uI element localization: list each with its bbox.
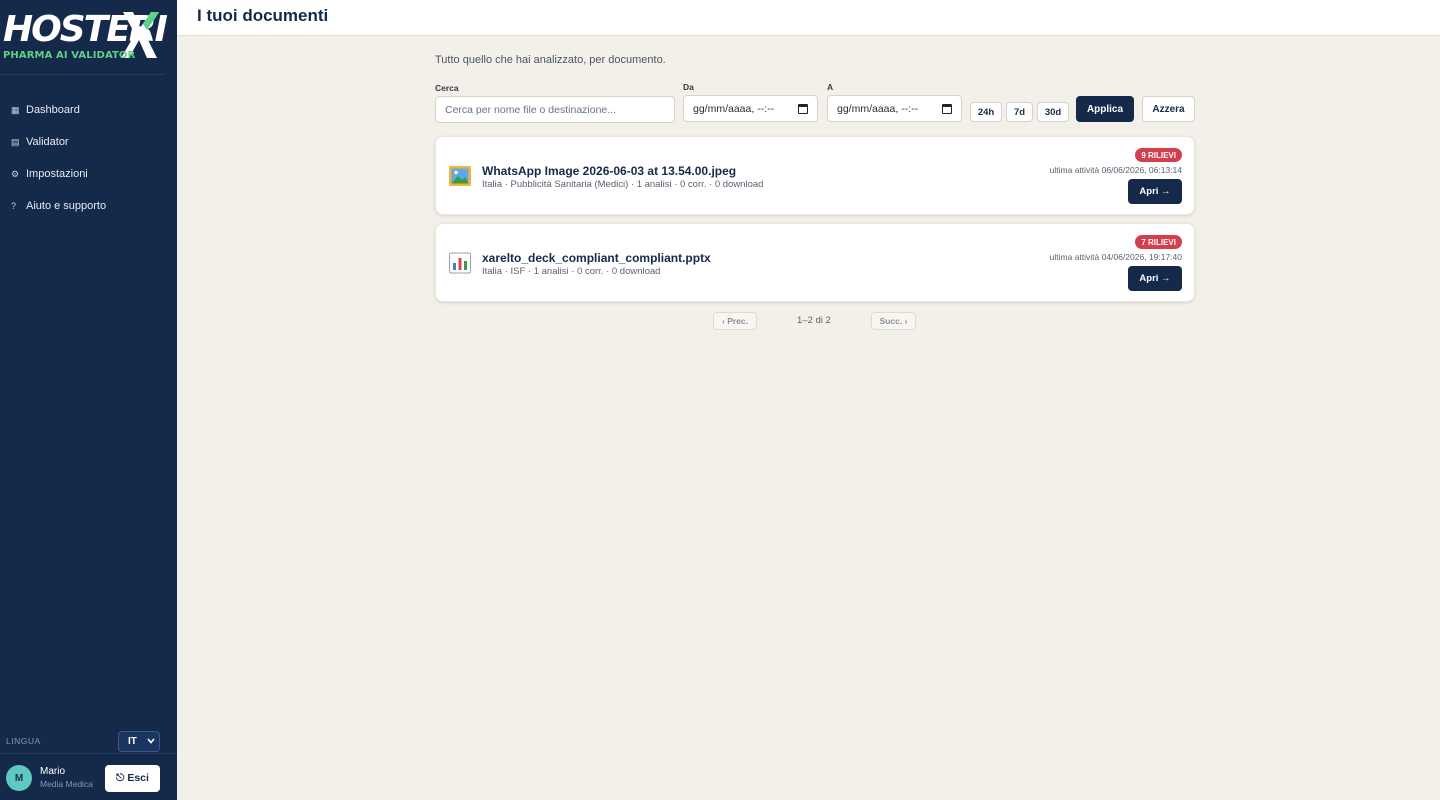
sidebar-item-dashboard[interactable]: ▦ Dashboard — [0, 94, 177, 126]
sidebar-item-label: Dashboard — [26, 104, 80, 116]
document-meta: Italia · ISF · 1 analisi · 0 corr. · 0 d… — [482, 266, 661, 277]
validator-icon: ▤ — [11, 136, 20, 147]
calendar-icon[interactable] — [798, 103, 808, 114]
range-7d-button[interactable]: 7d — [1006, 102, 1033, 122]
to-label: A — [827, 82, 834, 92]
pagination: ‹ Prec. 1–2 di 2 Succ. › — [435, 312, 1195, 330]
help-icon: ? — [11, 201, 17, 211]
sidebar-item-aiuto[interactable]: ? Aiuto e supporto — [0, 190, 177, 222]
sidebar-item-impostazioni[interactable]: ⚙ Impostazioni — [0, 158, 177, 190]
to-date-value: gg/mm/aaaa, --:-- — [837, 102, 919, 115]
range-30d-button[interactable]: 30d — [1037, 102, 1069, 122]
from-date-input[interactable]: gg/mm/aaaa, --:-- — [683, 95, 818, 122]
search-placeholder: Cerca per nome file o destinazione... — [445, 103, 617, 116]
document-meta: Italia · Pubblicità Sanitaria (Medici) ·… — [482, 179, 764, 190]
from-label: Da — [683, 82, 694, 92]
page-title: I tuoi documenti — [197, 6, 329, 25]
language-label: LINGUA — [6, 736, 41, 746]
page-subtitle: Tutto quello che hai analizzato, per doc… — [435, 54, 666, 66]
logout-label: Esci — [127, 772, 149, 784]
page-info: 1–2 di 2 — [797, 315, 831, 326]
from-date-value: gg/mm/aaaa, --:-- — [693, 102, 775, 115]
findings-badge: 9 RILIEVI — [1135, 148, 1182, 162]
top-bar: I tuoi documenti — [177, 0, 1440, 36]
dashboard-icon: ▦ — [11, 104, 20, 115]
image-file-icon — [449, 166, 471, 186]
search-label: Cerca — [435, 83, 459, 93]
last-activity: ultima attività 04/06/2026, 19:17:40 — [1049, 252, 1182, 262]
reset-button[interactable]: Azzera — [1142, 96, 1195, 122]
avatar: M — [6, 765, 32, 791]
open-button[interactable]: Apri → — [1128, 266, 1182, 291]
sidebar-item-label: Aiuto e supporto — [26, 200, 107, 212]
document-name[interactable]: xarelto_deck_compliant_compliant.pptx — [482, 251, 711, 265]
findings-badge: 7 RILIEVI — [1135, 235, 1182, 249]
sidebar: HOSTERI PHARMA AI VALIDATOR ▦ Dashboard … — [0, 0, 177, 800]
to-date-input[interactable]: gg/mm/aaaa, --:-- — [827, 95, 962, 122]
apply-button[interactable]: Applica — [1076, 96, 1134, 122]
user-panel: M Mario Media Medica ⎋ Esci — [6, 764, 160, 792]
sidebar-item-validator[interactable]: ▤ Validator — [0, 126, 177, 158]
logout-button[interactable]: ⎋ Esci — [105, 764, 160, 792]
user-role: Media Medica — [40, 779, 93, 789]
document-card[interactable]: WhatsApp Image 2026-06-03 at 13.54.00.jp… — [435, 136, 1195, 215]
sidebar-divider — [0, 74, 165, 75]
sidebar-divider — [0, 753, 177, 754]
open-button[interactable]: Apri → — [1128, 179, 1182, 204]
user-name: Mario — [40, 766, 66, 777]
chevron-down-icon — [147, 738, 155, 744]
sidebar-nav: ▦ Dashboard ▤ Validator ⚙ Impostazioni ?… — [0, 94, 177, 222]
language-row: LINGUA IT — [6, 730, 160, 752]
document-card[interactable]: xarelto_deck_compliant_compliant.pptx It… — [435, 223, 1195, 302]
search-input[interactable]: Cerca per nome file o destinazione... — [435, 96, 675, 123]
sidebar-item-label: Impostazioni — [26, 168, 88, 180]
calendar-icon[interactable] — [942, 103, 952, 114]
prev-page-button[interactable]: ‹ Prec. — [713, 312, 757, 330]
user-info: Mario Media Medica — [40, 766, 105, 790]
document-name[interactable]: WhatsApp Image 2026-06-03 at 13.54.00.jp… — [482, 164, 736, 178]
brand-tagline: PHARMA AI VALIDATOR — [3, 50, 136, 61]
gear-icon: ⚙ — [11, 168, 20, 179]
language-value: IT — [128, 735, 137, 747]
last-activity: ultima attività 06/06/2026, 06:13:14 — [1049, 165, 1182, 175]
presentation-file-icon — [449, 252, 471, 274]
sidebar-item-label: Validator — [26, 136, 69, 148]
brand-logo[interactable]: HOSTERI PHARMA AI VALIDATOR — [3, 10, 173, 66]
language-select[interactable]: IT — [118, 730, 160, 752]
range-24h-button[interactable]: 24h — [970, 102, 1002, 122]
next-page-button[interactable]: Succ. › — [871, 312, 916, 330]
logout-icon: ⎋ — [116, 771, 125, 784]
